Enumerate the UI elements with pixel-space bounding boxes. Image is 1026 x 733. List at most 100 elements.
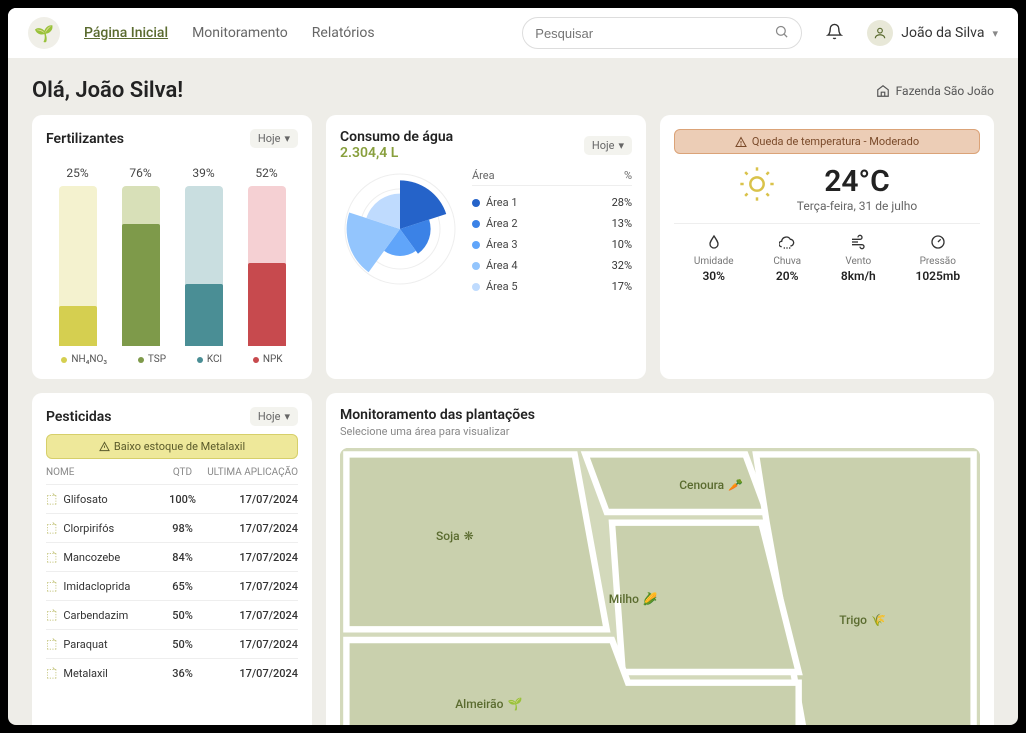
spray-icon: ⬚̀ bbox=[46, 550, 57, 564]
plantations-map[interactable]: Cenoura🥕 Soja❋ Milho🌽 Trigo🌾 Almeirão🌱 bbox=[340, 448, 980, 725]
water-period[interactable]: Hoje ▾ bbox=[584, 136, 632, 155]
pesticide-row[interactable]: ⬚̀Clorpirifós 98% 17/07/2024 bbox=[46, 513, 298, 542]
water-title: Consumo de água bbox=[340, 129, 453, 145]
pest-col-qty: QTD bbox=[158, 467, 207, 478]
weather-metric: Chuva 20% bbox=[773, 234, 801, 283]
search-box[interactable] bbox=[522, 17, 802, 49]
pesticide-row[interactable]: ⬚̀Paraquat 50% 17/07/2024 bbox=[46, 629, 298, 658]
rain-icon bbox=[773, 234, 801, 254]
nav-reports[interactable]: Relatórios bbox=[312, 25, 375, 41]
pesticide-warning-text: Baixo estoque de Metalaxil bbox=[114, 440, 245, 453]
search-icon[interactable] bbox=[774, 24, 789, 43]
water-pct-header: % bbox=[624, 169, 632, 182]
weather-metric: Vento 8km/h bbox=[841, 234, 876, 283]
page-header: Olá, João Silva! Fazenda São João bbox=[8, 58, 1018, 115]
search-input[interactable] bbox=[535, 26, 766, 41]
chevron-down-icon: ▾ bbox=[284, 132, 290, 145]
plot-label[interactable]: Trigo🌾 bbox=[839, 613, 886, 627]
pesticides-period[interactable]: Hoje ▾ bbox=[250, 407, 298, 426]
plot-label[interactable]: Cenoura🥕 bbox=[679, 478, 743, 492]
sun-icon bbox=[737, 164, 777, 213]
water-area-row[interactable]: Área 128% bbox=[472, 192, 632, 213]
fertilizer-bar[interactable]: 25% bbox=[53, 166, 103, 346]
water-area-row[interactable]: Área 517% bbox=[472, 276, 632, 297]
period-label: Hoje bbox=[592, 139, 615, 152]
farm-selector[interactable]: Fazenda São João bbox=[876, 84, 994, 98]
water-area-row[interactable]: Área 213% bbox=[472, 213, 632, 234]
fertilizer-bar[interactable]: 52% bbox=[242, 166, 292, 346]
plot-label[interactable]: Almeirão🌱 bbox=[455, 697, 522, 711]
fertilizer-legend-item: KCl bbox=[197, 354, 222, 365]
app-frame: 🌱 Página Inicial Monitoramento Relatório… bbox=[8, 8, 1018, 725]
main-nav: Página Inicial Monitoramento Relatórios bbox=[84, 25, 375, 41]
fertilizers-period[interactable]: Hoje ▾ bbox=[250, 129, 298, 148]
fertilizer-legend: NH₄NO₃ TSP KCl NPK bbox=[46, 354, 298, 365]
water-card: Consumo de água 2.304,4 L Hoje ▾ Ár bbox=[326, 115, 646, 379]
temperature: 24°C bbox=[797, 164, 917, 199]
pesticide-row[interactable]: ⬚̀Glifosato 100% 17/07/2024 bbox=[46, 484, 298, 513]
fertilizer-pct: 39% bbox=[192, 166, 214, 180]
weather-metrics: Umidade 30% Chuva 20% Vento 8km/h Pressã… bbox=[674, 223, 980, 283]
spray-icon: ⬚̀ bbox=[46, 492, 57, 506]
pesticide-row[interactable]: ⬚̀Mancozebe 84% 17/07/2024 bbox=[46, 542, 298, 571]
chevron-down-icon: ▾ bbox=[992, 27, 998, 40]
weather-card: Queda de temperatura - Moderado 24°C Ter… bbox=[660, 115, 994, 379]
spray-icon: ⬚̀ bbox=[46, 579, 57, 593]
crop-icon: 🌱 bbox=[507, 697, 522, 711]
water-table: Área % Área 128%Área 213%Área 310%Área 4… bbox=[472, 169, 632, 297]
greeting: Olá, João Silva! bbox=[32, 78, 183, 103]
fertilizer-pct: 76% bbox=[129, 166, 151, 180]
pesticide-row[interactable]: ⬚̀Carbendazim 50% 17/07/2024 bbox=[46, 600, 298, 629]
pesticide-row[interactable]: ⬚̀Imidacloprida 65% 17/07/2024 bbox=[46, 571, 298, 600]
pest-col-name: NOME bbox=[46, 467, 158, 478]
crop-icon: 🌽 bbox=[643, 592, 658, 606]
weather-metric: Pressão 1025mb bbox=[915, 234, 960, 283]
pesticide-warning: Baixo estoque de Metalaxil bbox=[46, 434, 298, 459]
pest-col-date: ULTIMA APLICAÇÃO bbox=[207, 467, 298, 478]
water-area-row[interactable]: Área 432% bbox=[472, 255, 632, 276]
spray-icon: ⬚̀ bbox=[46, 608, 57, 622]
fertilizer-bar[interactable]: 76% bbox=[116, 166, 166, 346]
crop-icon: ❋ bbox=[464, 529, 474, 543]
crop-icon: 🥕 bbox=[728, 478, 743, 492]
pesticides-title: Pesticidas bbox=[46, 409, 112, 425]
dashboard-grid: Fertilizantes Hoje ▾ 25% 76% 39% 52% NH₄… bbox=[8, 115, 1018, 725]
nav-monitoring[interactable]: Monitoramento bbox=[192, 25, 288, 41]
pesticide-row[interactable]: ⬚̀Metalaxil 36% 17/07/2024 bbox=[46, 658, 298, 687]
app-logo[interactable]: 🌱 bbox=[28, 17, 60, 49]
plot-label[interactable]: Milho🌽 bbox=[609, 592, 658, 606]
pesticides-card: Pesticidas Hoje ▾ Baixo estoque de Metal… bbox=[32, 393, 312, 725]
nav-home[interactable]: Página Inicial bbox=[84, 25, 168, 41]
chevron-down-icon: ▾ bbox=[618, 139, 624, 152]
period-label: Hoje bbox=[258, 132, 281, 145]
spray-icon: ⬚̀ bbox=[46, 666, 57, 680]
drop-icon bbox=[694, 234, 734, 254]
period-label: Hoje bbox=[258, 410, 281, 423]
water-area-row[interactable]: Área 310% bbox=[472, 234, 632, 255]
user-name: João da Silva bbox=[901, 25, 984, 41]
notifications-icon[interactable] bbox=[826, 23, 843, 44]
fertilizer-pct: 52% bbox=[255, 166, 277, 180]
weather-alert-text: Queda de temperatura - Moderado bbox=[752, 135, 919, 148]
user-menu[interactable]: João da Silva ▾ bbox=[867, 20, 998, 46]
fertilizer-pct: 25% bbox=[66, 166, 88, 180]
fertilizer-bar[interactable]: 39% bbox=[179, 166, 229, 346]
topbar: 🌱 Página Inicial Monitoramento Relatório… bbox=[8, 8, 1018, 58]
farm-name: Fazenda São João bbox=[896, 84, 994, 98]
crop-icon: 🌾 bbox=[871, 613, 886, 627]
weather-metric: Umidade 30% bbox=[694, 234, 734, 283]
plantations-title: Monitoramento das plantações bbox=[340, 407, 980, 423]
spray-icon: ⬚̀ bbox=[46, 637, 57, 651]
water-area-header: Área bbox=[472, 169, 495, 182]
gauge-icon bbox=[915, 234, 960, 254]
water-polar-chart bbox=[340, 169, 460, 289]
fertilizer-legend-item: NPK bbox=[253, 354, 283, 365]
plot-label[interactable]: Soja❋ bbox=[436, 529, 474, 543]
chevron-down-icon: ▾ bbox=[284, 410, 290, 423]
wind-icon bbox=[841, 234, 876, 254]
weather-date: Terça-feira, 31 de julho bbox=[797, 199, 917, 213]
plantations-subtitle: Selecione uma área para visualizar bbox=[340, 425, 980, 438]
fertilizer-legend-item: TSP bbox=[138, 354, 166, 365]
fertilizer-legend-item: NH₄NO₃ bbox=[61, 354, 107, 365]
water-total: 2.304,4 L bbox=[340, 145, 453, 161]
